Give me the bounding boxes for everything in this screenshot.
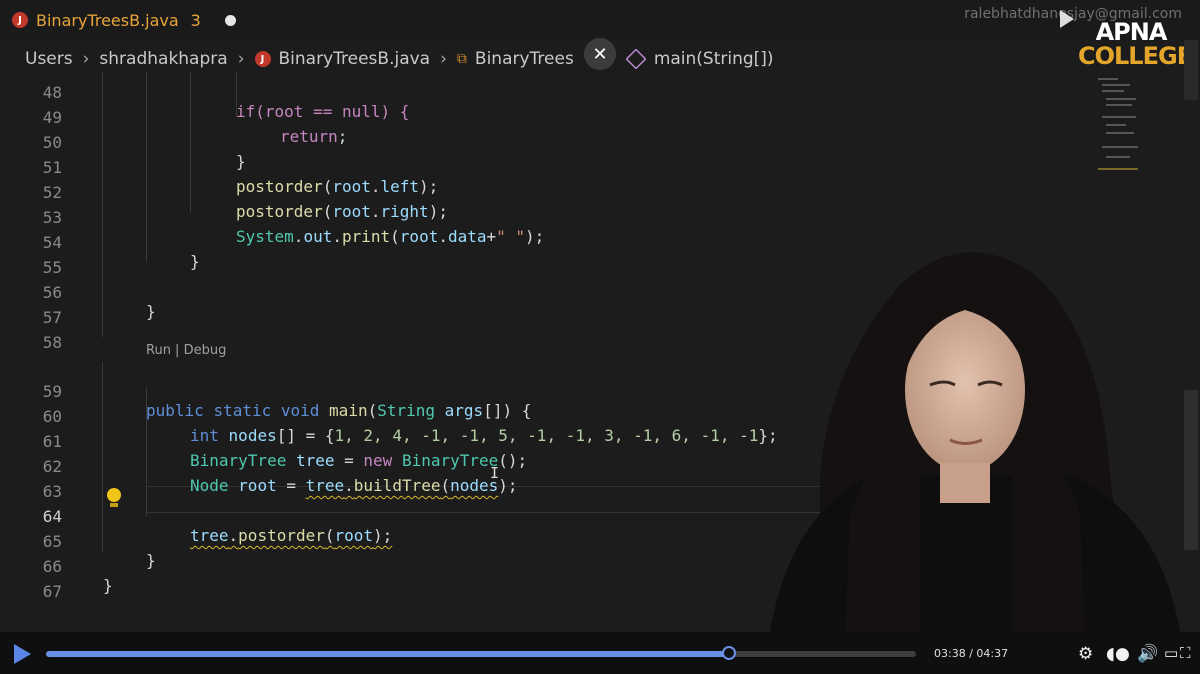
toggle-icon[interactable]: ◖● bbox=[1106, 644, 1130, 664]
problem-count: 3 bbox=[190, 10, 201, 30]
code-line: 64 tree.postorder(root); bbox=[0, 488, 870, 545]
code-line: 60 int nodes[] = {1, 2, 4, -1, -1, 5, -1… bbox=[0, 388, 870, 445]
scrollbar-track[interactable] bbox=[1184, 40, 1198, 100]
code-line: 63 bbox=[0, 463, 870, 501]
time-separator: / bbox=[965, 647, 977, 660]
code-line: 55 bbox=[0, 239, 870, 277]
progress-fill bbox=[46, 651, 729, 657]
code-line: 67 bbox=[0, 563, 870, 601]
code-line: 52 postorder(root.right); bbox=[0, 164, 870, 221]
tab-bar: J BinaryTreesB.java 3 ralebhatdhanesjay@… bbox=[0, 0, 1200, 40]
code-line: 62 Node root = tree.buildTree(nodes); bbox=[0, 438, 870, 495]
codelens-run-debug[interactable]: Run | Debug bbox=[146, 343, 226, 358]
code-line: 50 } bbox=[0, 114, 870, 171]
total-time: 04:37 bbox=[976, 647, 1009, 660]
progress-bar[interactable] bbox=[46, 646, 916, 660]
minimap[interactable] bbox=[1092, 72, 1150, 180]
current-time: 03:38 bbox=[934, 647, 966, 660]
line-number: 67 bbox=[42, 582, 62, 601]
logo-top-text: APNA bbox=[1095, 18, 1168, 46]
editor-tab[interactable]: J BinaryTreesB.java 3 bbox=[12, 0, 236, 40]
code-line: 58 bbox=[0, 314, 870, 352]
time-display: 03:38 / 04:37 bbox=[934, 647, 1008, 660]
play-share-icon[interactable] bbox=[1060, 10, 1074, 28]
presenter-webcam-image bbox=[770, 252, 1180, 632]
code-line: 49 return; bbox=[0, 89, 870, 146]
code-line: 66 } bbox=[0, 538, 870, 595]
fullscreen-icon[interactable]: ⛶ bbox=[1180, 644, 1191, 662]
progress-knob[interactable] bbox=[721, 646, 736, 660]
logo-bottom-text: COLLEGE bbox=[1078, 42, 1193, 70]
code-line: 56 } bbox=[0, 264, 870, 321]
line-number: 58 bbox=[42, 333, 62, 352]
code-line: 48 if(root == null) { bbox=[0, 64, 870, 121]
code-line: 61 BinaryTree tree = new BinaryTree(); bbox=[0, 413, 870, 470]
unsaved-dot-icon[interactable] bbox=[224, 14, 236, 26]
volume-icon[interactable]: 🔊 bbox=[1137, 644, 1158, 664]
code-line: 54 } bbox=[0, 214, 870, 271]
code-line: 51 postorder(root.left); bbox=[0, 139, 870, 196]
gear-icon[interactable]: ⚙ bbox=[1078, 644, 1093, 664]
tab-filename: BinaryTreesB.java bbox=[36, 10, 179, 30]
code-line: 59 public static void main(String args[]… bbox=[0, 363, 870, 420]
play-icon[interactable] bbox=[14, 644, 31, 664]
code-line: 57 bbox=[0, 289, 870, 327]
apna-college-logo: APNA COLLEGE bbox=[1078, 18, 1193, 70]
code-line: 53 System.out.print(root.data+" "); bbox=[0, 189, 870, 246]
video-controls: 03:38 / 04:37 ⚙ ◖● 🔊 ▭ ⛶ bbox=[0, 632, 1200, 674]
chromecast-icon[interactable]: ▭ bbox=[1164, 644, 1178, 662]
code-line: 65 } bbox=[0, 513, 870, 570]
java-file-icon: J bbox=[12, 12, 28, 28]
text-cursor-icon: I bbox=[490, 464, 500, 482]
